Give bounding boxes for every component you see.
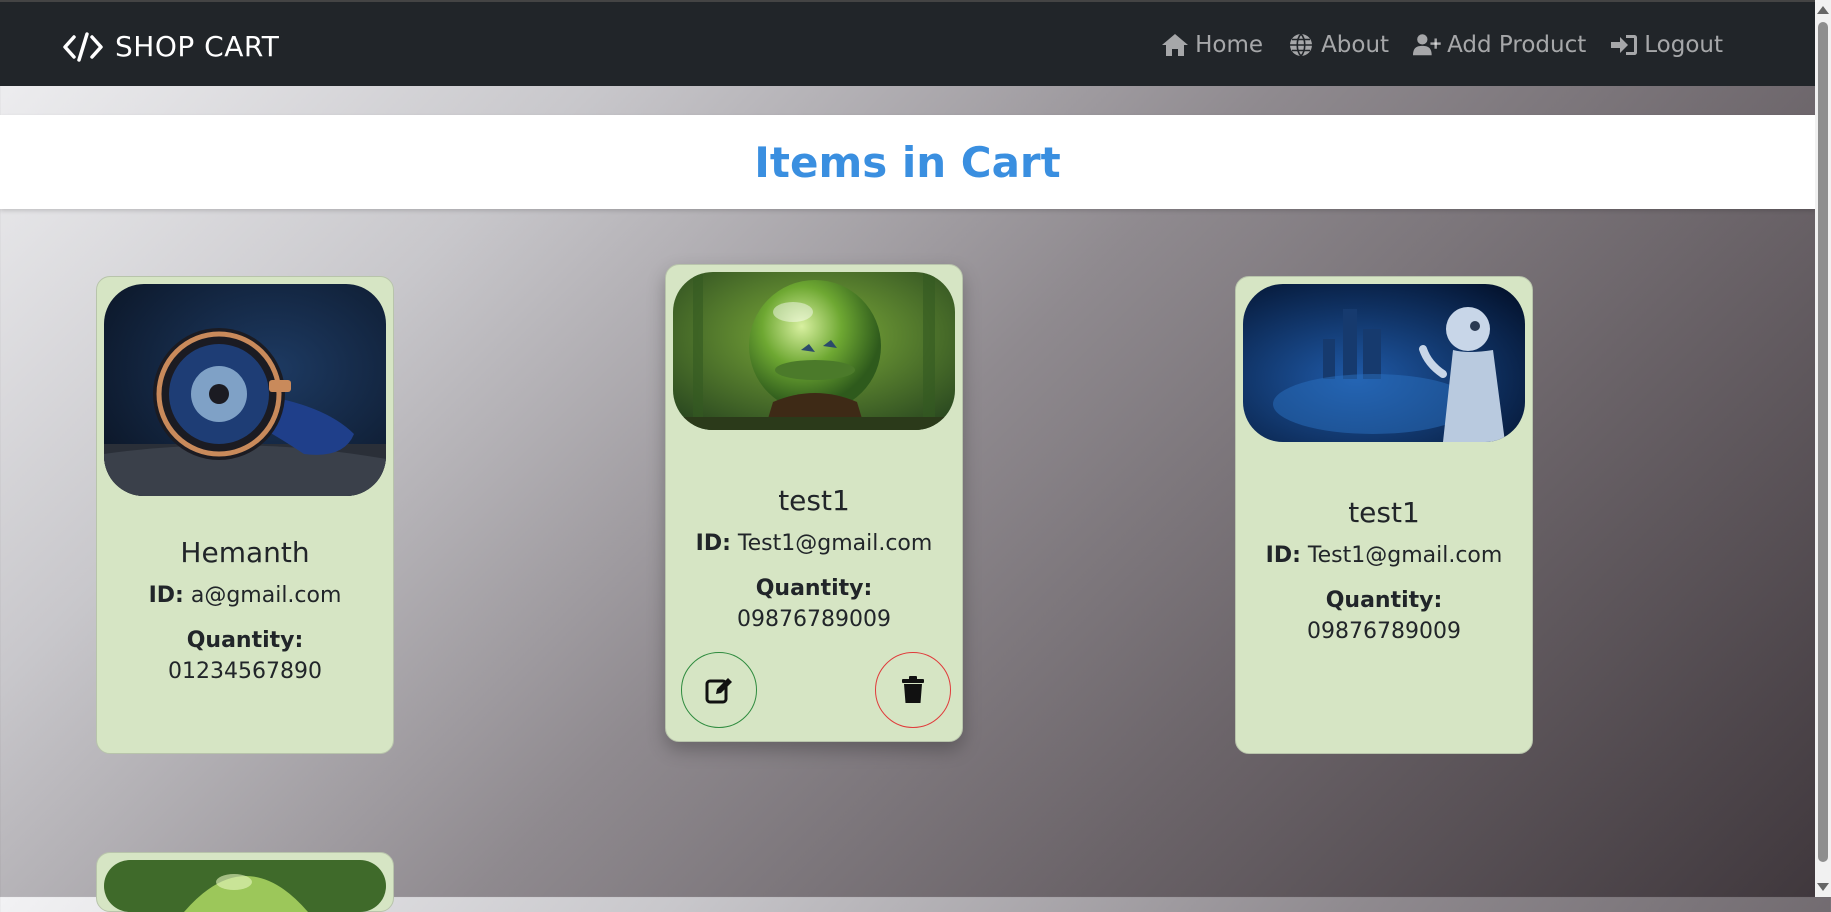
- user-plus-icon: [1413, 34, 1441, 56]
- product-image: [104, 284, 386, 496]
- edit-icon: [705, 678, 732, 704]
- page-header: Items in Cart: [0, 115, 1815, 209]
- id-label: ID:: [1265, 543, 1301, 568]
- nav-links: Home About Add Product Logout: [1161, 32, 1723, 58]
- quantity-label: Quantity:: [186, 628, 304, 653]
- page-scrollbar[interactable]: [1815, 0, 1831, 897]
- quantity-value: 09876789009: [737, 607, 891, 632]
- nav-logout-label: Logout: [1644, 32, 1723, 58]
- product-name: Hemanth: [180, 536, 310, 569]
- home-icon: [1162, 34, 1189, 56]
- id-value: Test1@gmail.com: [1307, 543, 1503, 568]
- nav-about-label: About: [1321, 32, 1390, 58]
- terrarium-image-icon: [673, 272, 955, 430]
- product-id: ID: Test1@gmail.com: [666, 531, 962, 556]
- id-value: a@gmail.com: [190, 583, 342, 608]
- cart-item-card: [96, 852, 394, 912]
- id-value: Test1@gmail.com: [737, 531, 933, 556]
- id-label: ID:: [695, 531, 731, 556]
- logout-icon: [1611, 35, 1638, 55]
- quantity-label: Quantity:: [755, 576, 873, 601]
- brand-label: SHOP CART: [115, 30, 280, 63]
- cart-item-card: Hemanth ID: a@gmail.com Quantity: 012345…: [96, 276, 394, 754]
- nav-home-label: Home: [1195, 32, 1264, 58]
- trash-icon: [902, 676, 924, 703]
- cart-item-card: test1 ID: Test1@gmail.com Quantity: 0987…: [1235, 276, 1533, 754]
- scroll-thumb[interactable]: [1818, 22, 1828, 862]
- globe-icon: [1290, 33, 1313, 57]
- navbar: SHOP CART Home About Add Product Logout: [0, 0, 1815, 86]
- product-image: [673, 272, 955, 430]
- product-image: [104, 860, 386, 912]
- code-icon: [63, 31, 103, 62]
- quantity-value: 09876789009: [1307, 619, 1461, 644]
- scroll-down-arrow-icon[interactable]: [1817, 883, 1829, 891]
- watch-image-icon: [104, 284, 386, 496]
- product-name: test1: [778, 484, 850, 517]
- scroll-up-arrow-icon[interactable]: [1817, 6, 1829, 14]
- page-title: Items in Cart: [754, 137, 1061, 187]
- quantity-value: 01234567890: [168, 659, 322, 684]
- product-id: ID: a@gmail.com: [97, 583, 393, 608]
- terrarium-image-icon: [104, 860, 386, 912]
- robot-image-icon: [1243, 284, 1525, 442]
- cart-item-card: test1 ID: Test1@gmail.com Quantity: 0987…: [665, 264, 963, 742]
- nav-logout-link[interactable]: Logout: [1610, 32, 1723, 58]
- nav-home-link[interactable]: Home: [1161, 32, 1263, 58]
- product-image: [1243, 284, 1525, 442]
- id-label: ID:: [148, 583, 184, 608]
- nav-add-product-label: Add Product: [1447, 32, 1587, 58]
- product-name: test1: [1348, 496, 1420, 529]
- product-id: ID: Test1@gmail.com: [1236, 543, 1532, 568]
- nav-about-link[interactable]: About: [1287, 32, 1389, 58]
- nav-add-product-link[interactable]: Add Product: [1413, 32, 1586, 58]
- delete-button[interactable]: [875, 652, 951, 728]
- brand-link[interactable]: SHOP CART: [63, 30, 279, 63]
- edit-button[interactable]: [681, 652, 757, 728]
- quantity-label: Quantity:: [1325, 588, 1443, 613]
